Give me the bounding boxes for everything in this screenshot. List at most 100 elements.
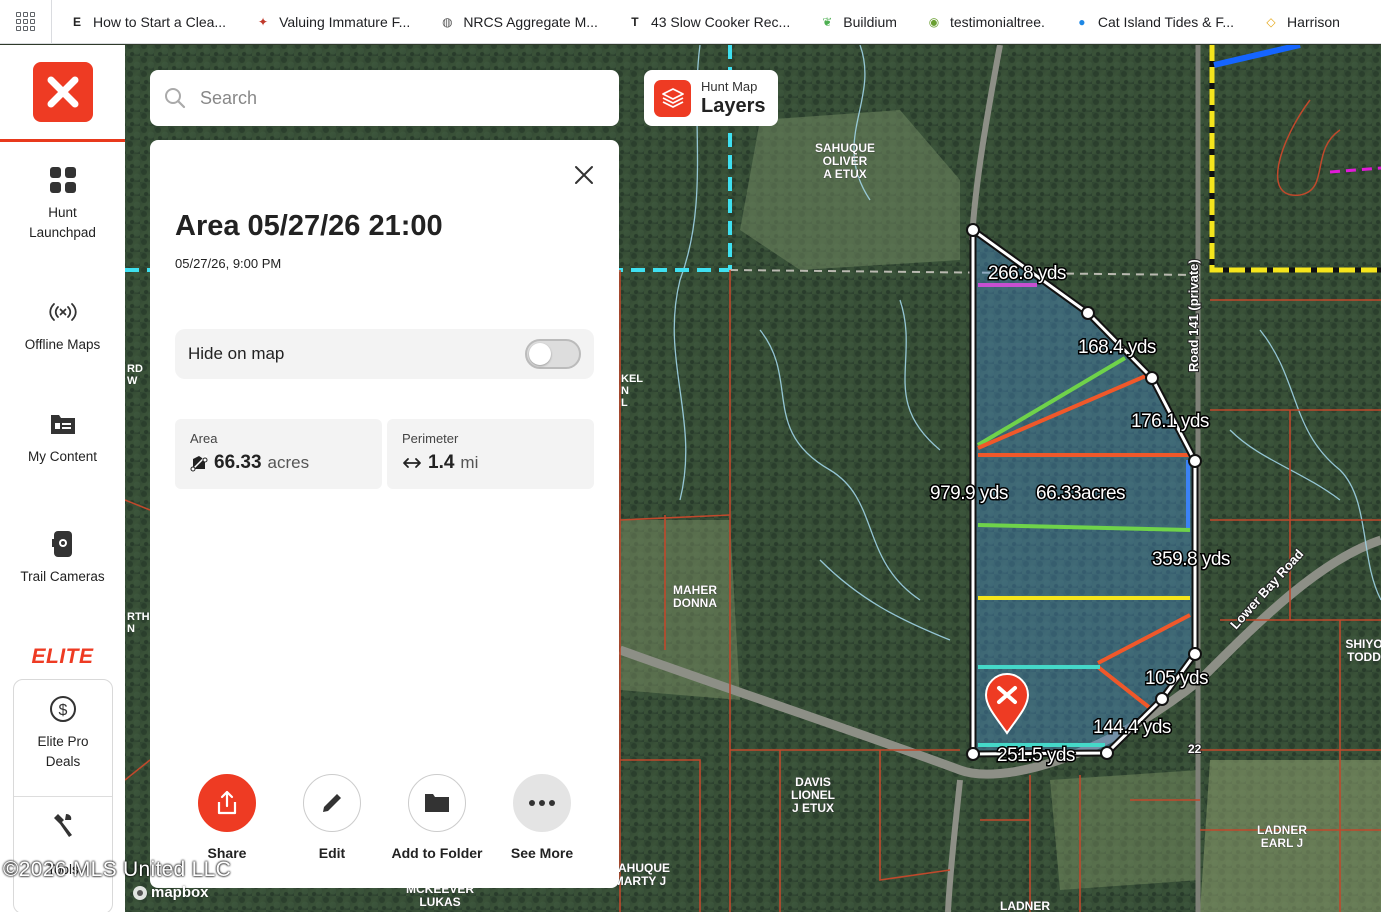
grid-icon xyxy=(48,165,78,195)
trail-camera-icon xyxy=(48,529,78,559)
hide-on-map-toggle[interactable] xyxy=(525,339,581,369)
buildium-leaf-icon: ❦ xyxy=(822,14,833,29)
onx-logo-icon xyxy=(32,62,93,122)
measurement-label: 176.1 yds xyxy=(1131,411,1209,432)
pencil-icon xyxy=(303,774,361,832)
sidebar-item-my-content[interactable]: My Content xyxy=(0,409,125,467)
area-unit: acres xyxy=(267,453,310,472)
bookmark-label: Cat Island Tides & F... xyxy=(1097,13,1235,30)
folder-icon xyxy=(408,774,466,832)
measurement-label: 105 yds xyxy=(1145,668,1208,689)
water-drop-icon: ● xyxy=(1078,14,1086,29)
measurement-label: 979.9 yds xyxy=(930,483,1008,504)
bookmark-item[interactable]: ❦ Buildium xyxy=(802,0,909,43)
apps-grid-icon[interactable] xyxy=(0,0,52,43)
bookmark-label: NRCS Aggregate M... xyxy=(463,13,598,30)
search-bar[interactable] xyxy=(150,70,619,126)
layers-stack-icon xyxy=(654,79,691,117)
add-to-folder-button[interactable]: Add to Folder xyxy=(385,774,489,861)
area-shape-icon xyxy=(190,454,208,472)
bookmark-item[interactable]: ◍ NRCS Aggregate M... xyxy=(422,0,610,43)
bookmark-item[interactable]: ✦ Valuing Immature F... xyxy=(238,0,422,43)
measurement-label: 168.4 yds xyxy=(1078,337,1156,358)
bookmark-label: testimonialtree. xyxy=(949,13,1045,30)
offline-signal-icon xyxy=(48,297,78,327)
owner-label: SAHUQUE OLIVER A ETUX xyxy=(815,141,875,181)
etsy-icon: E xyxy=(72,14,81,29)
sidebar-item-hunt-launchpad[interactable]: Hunt Launchpad xyxy=(0,165,125,243)
bookmark-label: Harrison xyxy=(1287,13,1340,30)
close-icon[interactable] xyxy=(571,162,597,188)
share-button[interactable]: Share xyxy=(175,774,279,861)
sidebar-item-label: My Content xyxy=(27,449,98,464)
bookmark-label: Buildium xyxy=(843,13,897,30)
perimeter-unit: mi xyxy=(460,453,479,472)
bookmark-item[interactable]: T 43 Slow Cooker Rec... xyxy=(610,0,802,43)
bookmark-item[interactable]: ◉ testimonialtree. xyxy=(909,0,1057,43)
harrison-icon: ◇ xyxy=(1266,14,1276,29)
add-to-folder-label: Add to Folder xyxy=(391,845,483,861)
measurement-label: 66.33acres xyxy=(1036,483,1125,504)
owner-label: MAHER DONNA xyxy=(673,583,717,610)
sidebar-item-label: Offline Maps xyxy=(24,337,101,352)
globe-icon: ◍ xyxy=(442,14,453,29)
action-bar: Share Edit Add to Folder See More xyxy=(175,774,594,861)
layers-title: Layers xyxy=(701,94,766,117)
perimeter-value: 1.4 xyxy=(428,452,455,473)
sidebar-item-label: Hunt Launchpad xyxy=(29,205,96,240)
owner-label: DAVIS LIONEL J ETUX xyxy=(791,775,835,815)
sidebar-item-trail-cameras[interactable]: Trail Cameras xyxy=(0,529,125,587)
app-logo[interactable] xyxy=(0,45,125,142)
see-more-button[interactable]: See More xyxy=(490,774,594,861)
field-area xyxy=(1050,770,1200,890)
owner-label: SHIYO TODD xyxy=(1345,637,1381,664)
measurement-label: 144.4 yds xyxy=(1093,717,1171,738)
layers-subtitle: Hunt Map xyxy=(701,78,758,94)
bookmark-item[interactable]: ● Cat Island Tides & F... xyxy=(1057,0,1246,43)
area-date: 05/27/26, 9:00 PM xyxy=(175,256,282,271)
measurement-label: 266.8 yds xyxy=(988,263,1066,284)
tools-icon xyxy=(48,810,78,840)
double-arrow-icon xyxy=(403,458,421,468)
owner-label: LADNER EARL J xyxy=(1257,823,1307,850)
folder-card-icon xyxy=(48,409,78,439)
bookmark-item[interactable]: ◇ Harrison xyxy=(1246,0,1352,43)
share-icon xyxy=(198,774,256,832)
perimeter-stat-card: Perimeter 1.4 mi xyxy=(387,419,594,489)
area-detail-panel: Area 05/27/26 21:00 05/27/26, 9:00 PM Hi… xyxy=(150,140,619,888)
search-input[interactable] xyxy=(200,87,580,109)
svg-text:Road 141 (private): Road 141 (private) xyxy=(1186,259,1201,372)
mls-watermark: ©2026 MLS United LLC xyxy=(3,858,232,881)
edit-button[interactable]: Edit xyxy=(280,774,384,861)
hide-on-map-row: Hide on map xyxy=(175,329,594,379)
area-value: 66.33 xyxy=(214,452,262,473)
measurement-label: 251.5 yds xyxy=(997,745,1075,766)
bookmark-label: 43 Slow Cooker Rec... xyxy=(650,13,791,30)
bookmark-item[interactable]: E How to Start a Clea... xyxy=(52,0,238,43)
testimonialtree-icon: ◉ xyxy=(928,14,940,29)
sidebar-item-offline-maps[interactable]: Offline Maps xyxy=(0,297,125,355)
measurement-label: 359.8 yds xyxy=(1152,549,1230,570)
layers-button[interactable]: Hunt Map Layers xyxy=(644,70,778,126)
tasty-icon: T xyxy=(631,14,639,29)
sidebar-item-label: Elite Pro Deals xyxy=(37,734,89,769)
edit-label: Edit xyxy=(318,845,346,861)
sidebar-item-label: Trail Cameras xyxy=(20,569,105,584)
elite-label: ELITE xyxy=(31,645,94,668)
search-icon xyxy=(165,88,186,109)
area-stat-card: Area 66.33 acres xyxy=(175,419,382,489)
more-dots-icon xyxy=(513,774,571,832)
dollar-circle-icon: $ xyxy=(48,694,78,724)
owner-label: LADNER xyxy=(1000,899,1050,912)
bookmark-label: Valuing Immature F... xyxy=(279,13,411,30)
mapbox-attribution[interactable]: mapbox xyxy=(132,884,209,901)
svg-text:22: 22 xyxy=(1188,742,1202,756)
area-label: Area xyxy=(190,431,218,446)
sidebar-item-elite-pro-deals[interactable]: $ Elite Pro Deals xyxy=(14,694,112,772)
deer-icon: ✦ xyxy=(258,14,269,29)
svg-text:$: $ xyxy=(59,702,68,719)
perimeter-label: Perimeter xyxy=(402,431,459,446)
left-sidebar: Hunt Launchpad Offline Maps My Content T… xyxy=(0,45,125,912)
bookmarks-bar: E How to Start a Clea... ✦ Valuing Immature… xyxy=(0,0,1381,44)
hide-on-map-label: Hide on map xyxy=(188,344,285,363)
